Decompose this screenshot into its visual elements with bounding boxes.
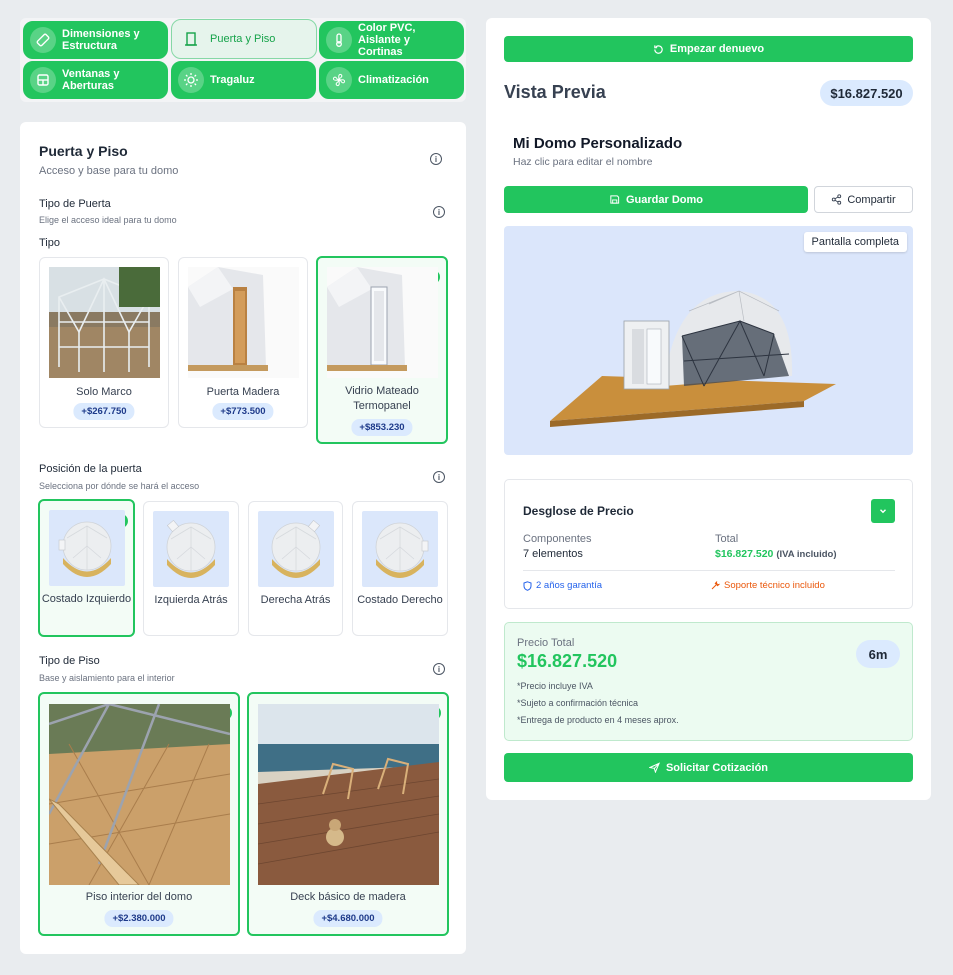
wrench-icon: [711, 581, 720, 590]
door-option-glass[interactable]: Vidrio Mateado Termopanel +$853.230: [316, 256, 448, 444]
option-label: Costado Izquierdo: [41, 593, 132, 605]
door-position-subtitle: Selecciona por dónde se hará el acceso: [39, 481, 200, 491]
option-price: +$4.680.000: [313, 910, 383, 927]
dome-name-hint: Haz clic para editar el nombre: [513, 156, 653, 168]
price-breakdown-card: Desglose de Precio Componentes 7 element…: [504, 479, 913, 609]
wood-door-render: [188, 267, 299, 378]
fan-icon: [326, 67, 352, 93]
dome-top-render: [362, 511, 438, 587]
nav-dimensions[interactable]: Dimensiones y Estructura: [23, 21, 168, 59]
request-quote-button[interactable]: Solicitar Cotización: [504, 753, 913, 782]
section-title: Puerta y Piso: [39, 143, 128, 159]
breakdown-toggle-button[interactable]: [871, 499, 895, 523]
door-type-subtitle: Elige el acceso ideal para tu domo: [39, 215, 177, 225]
breakdown-title: Desglose de Precio: [523, 504, 634, 518]
nav-windows[interactable]: Ventanas y Aberturas: [23, 61, 168, 99]
option-label: Vidrio Mateado Termopanel: [345, 385, 419, 412]
total-note-3: *Entrega de producto en 4 meses aprox.: [517, 715, 679, 725]
dome-top-render: [258, 511, 334, 587]
total-note: (IVA incluido): [776, 549, 837, 560]
info-icon[interactable]: i: [433, 471, 445, 483]
door-option-wood[interactable]: Puerta Madera +$773.500: [178, 257, 308, 428]
config-nav: Dimensiones y Estructura Puerta y Piso C…: [20, 18, 466, 102]
nav-door-floor[interactable]: Puerta y Piso: [171, 19, 317, 59]
save-icon: [610, 195, 620, 204]
support-info: Soporte técnico incluido: [711, 580, 825, 591]
dome-3d-render: [550, 290, 836, 427]
floor-option-deck[interactable]: Deck básico de madera +$4.680.000: [247, 692, 449, 936]
thermometer-icon: [326, 27, 352, 53]
nav-climate[interactable]: Climatización: [319, 61, 464, 99]
preview-price-badge: $16.827.520: [820, 80, 913, 106]
option-label: Deck básico de madera: [290, 891, 406, 903]
delivery-time-badge: 6m: [856, 640, 900, 668]
total-value: $16.827.520: [715, 548, 774, 560]
option-label: Puerta Madera: [206, 386, 280, 398]
shield-icon: [523, 580, 532, 591]
option-price: +$2.380.000: [104, 910, 174, 927]
total-note-2: *Sujeto a confirmación técnica: [517, 698, 639, 708]
warranty-info: 2 años garantía: [523, 580, 602, 591]
components-label: Componentes: [523, 533, 592, 545]
info-icon[interactable]: i: [433, 663, 445, 675]
total-value-row: $16.827.520 (IVA incluido): [715, 548, 837, 560]
option-label: Piso interior del domo: [85, 891, 193, 903]
nav-skylight[interactable]: Tragaluz: [171, 61, 316, 99]
info-icon[interactable]: i: [430, 153, 442, 165]
divider: [523, 570, 895, 571]
refresh-icon: [654, 44, 663, 54]
option-label: Costado Derecho: [357, 594, 443, 606]
send-icon: [648, 762, 660, 773]
total-price-value: $16.827.520: [517, 651, 618, 671]
position-option-left[interactable]: Costado Izquierdo: [38, 499, 135, 637]
wood-deck-photo: [258, 704, 439, 885]
option-label: Solo Marco: [76, 386, 132, 398]
floor-type-title: Tipo de Piso: [39, 655, 100, 667]
floor-option-interior[interactable]: Piso interior del domo +$2.380.000: [38, 692, 240, 936]
dome-3d-viewer[interactable]: Pantalla completa: [504, 226, 913, 455]
dome-top-render: [49, 510, 125, 586]
window-icon: [30, 67, 56, 93]
position-option-right[interactable]: Costado Derecho: [352, 501, 448, 636]
section-subtitle: Acceso y base para tu domo: [39, 165, 179, 177]
option-price: +$267.750: [73, 403, 135, 420]
door-type-label: Tipo: [39, 237, 60, 249]
share-button[interactable]: Compartir: [814, 186, 913, 213]
save-dome-button[interactable]: Guardar Domo: [504, 186, 808, 213]
config-panel: Puerta y Piso Acceso y base para tu domo…: [20, 122, 466, 954]
ruler-icon: [30, 27, 56, 53]
info-icon[interactable]: i: [433, 206, 445, 218]
fullscreen-button[interactable]: Pantalla completa: [803, 232, 907, 252]
door-option-frame[interactable]: Solo Marco +$267.750: [39, 257, 169, 428]
total-note-1: *Precio incluye IVA: [517, 681, 593, 691]
glass-door-render: [327, 267, 438, 378]
chevron-down-icon: [880, 509, 886, 514]
share-icon: [832, 194, 842, 205]
option-label: Izquierda Atrás: [154, 594, 228, 606]
total-price-label: Precio Total: [517, 637, 575, 649]
dome-top-render: [153, 511, 229, 587]
option-label: Derecha Atrás: [260, 594, 331, 606]
components-value: 7 elementos: [523, 548, 583, 560]
option-price: +$853.230: [351, 419, 413, 436]
total-label: Total: [715, 533, 739, 545]
restart-button[interactable]: Empezar denuevo: [504, 36, 913, 62]
sun-icon: [178, 67, 204, 93]
floor-type-subtitle: Base y aislamiento para el interior: [39, 673, 175, 683]
option-price: +$773.500: [212, 403, 274, 420]
nav-color-pvc[interactable]: Color PVC, Aislante y Cortinas: [319, 21, 464, 59]
door-type-title: Tipo de Puerta: [39, 198, 111, 210]
position-option-left-back[interactable]: Izquierda Atrás: [143, 501, 239, 636]
position-option-right-back[interactable]: Derecha Atrás: [248, 501, 343, 636]
interior-floor-photo: [49, 704, 230, 885]
frame-photo: [49, 267, 160, 378]
door-icon: [178, 26, 204, 52]
preview-title: Vista Previa: [504, 82, 606, 102]
total-price-card: Precio Total $16.827.520 6m *Precio incl…: [504, 622, 913, 741]
door-position-title: Posición de la puerta: [39, 463, 142, 475]
preview-panel: Empezar denuevo Vista Previa $16.827.520…: [486, 18, 931, 800]
dome-name[interactable]: Mi Domo Personalizado: [513, 135, 682, 152]
